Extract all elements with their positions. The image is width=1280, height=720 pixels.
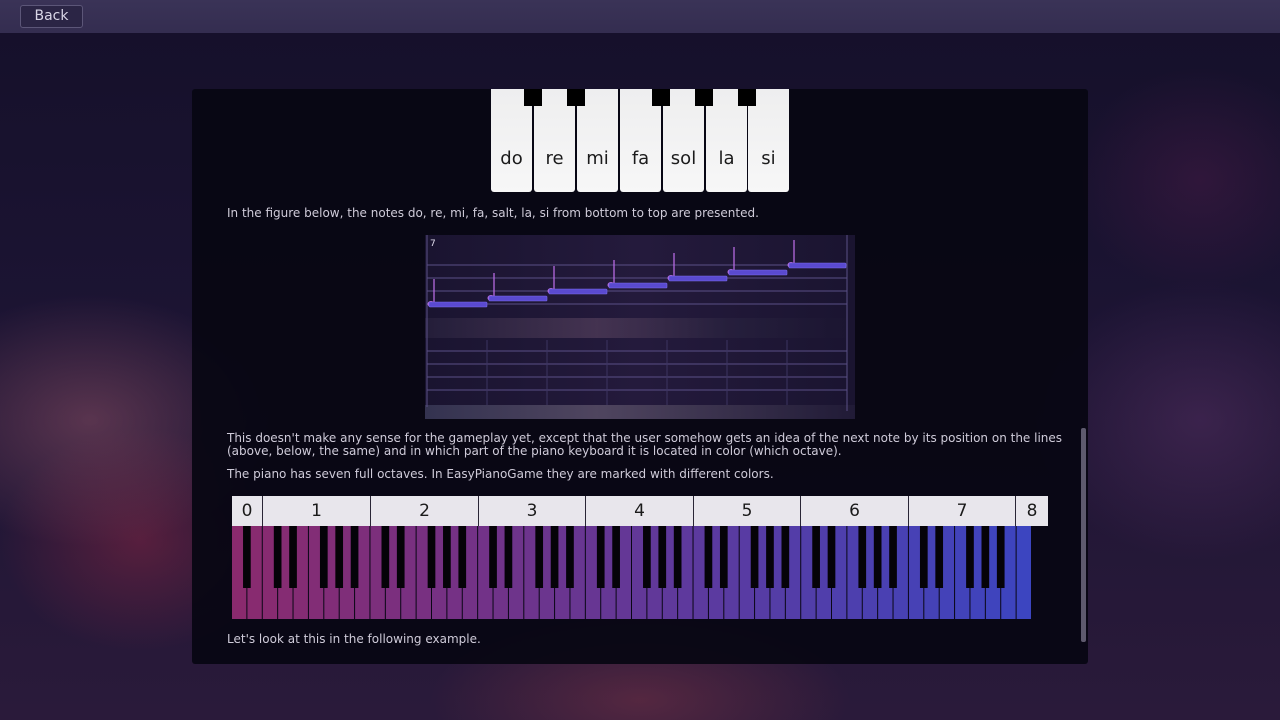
piano-black-key: [750, 526, 759, 588]
piano-black-key: [273, 526, 282, 588]
staff-divider-band: [425, 318, 855, 338]
octave-label-7: 7: [909, 496, 1016, 526]
key-label-si: si: [761, 148, 776, 169]
note-duration-bar: [428, 301, 488, 308]
piano-black-key: [658, 526, 667, 588]
note-duration-bar: [668, 275, 728, 282]
octave-label-8: 8: [1016, 496, 1048, 526]
piano-black-key: [427, 526, 436, 588]
key-label-fa: fa: [631, 148, 650, 169]
octave-number: 7: [430, 239, 436, 249]
solfege-keyboard: do re mi fa sol la si: [491, 89, 789, 192]
piano-black-key: [289, 526, 297, 588]
piano-black-key: [966, 526, 974, 588]
key-label-do: do: [500, 148, 523, 169]
piano-black-key: [458, 526, 467, 588]
piano-black-key: [781, 526, 790, 588]
piano-black-key: [889, 526, 897, 588]
piano-black-key: [827, 526, 836, 588]
piano-black-key: [612, 526, 620, 588]
note-duration-bar: [728, 269, 788, 276]
paragraph-example: Let's look at this in the following exam…: [227, 632, 481, 646]
piano-black-key: [704, 526, 713, 588]
piano-black-key: [643, 526, 651, 588]
staff-bottom-band: [425, 405, 855, 419]
note-duration-bar: [788, 262, 847, 269]
key-label-re: re: [545, 148, 564, 169]
key-label-sol: sol: [670, 148, 697, 169]
black-key: [695, 89, 713, 106]
piano-black-key: [381, 526, 390, 588]
piano-black-key: [812, 526, 820, 588]
piano-black-key: [550, 526, 559, 588]
octave-piano-keyboard: [232, 526, 1031, 619]
piano-black-key: [719, 526, 728, 588]
piano-black-key: [489, 526, 497, 588]
piano-black-key: [673, 526, 682, 588]
piano-black-key: [919, 526, 928, 588]
paragraph-octaves: The piano has seven full octaves. In Eas…: [227, 467, 774, 481]
black-key: [567, 89, 585, 106]
octave-label-6: 6: [801, 496, 909, 526]
piano-black-key: [319, 526, 328, 588]
piano-black-key: [858, 526, 867, 588]
back-button[interactable]: Back: [20, 5, 83, 28]
piano-black-key: [396, 526, 405, 588]
octave-label-row: 0 1 2 3 4 5 6 7 8: [232, 496, 1048, 526]
key-label-la: la: [718, 148, 735, 169]
octave-label-2: 2: [371, 496, 479, 526]
piano-black-key: [981, 526, 990, 588]
octave-label-0: 0: [232, 496, 263, 526]
note-duration-bar: [488, 295, 548, 302]
piano-black-key: [935, 526, 944, 588]
octave-label-5: 5: [694, 496, 801, 526]
black-key: [652, 89, 670, 106]
piano-black-key: [443, 526, 451, 588]
black-key: [738, 89, 756, 106]
piano-black-key: [996, 526, 1005, 588]
note-staff-figure: 7: [425, 235, 855, 419]
paragraph-intro: In the figure below, the notes do, re, m…: [227, 206, 759, 220]
piano-black-key: [766, 526, 774, 588]
black-key: [524, 89, 542, 106]
piano-black-key: [335, 526, 344, 588]
octave-label-3: 3: [479, 496, 586, 526]
piano-black-key: [243, 526, 251, 588]
piano-black-key: [504, 526, 513, 588]
scrollbar[interactable]: [1081, 428, 1086, 642]
note-duration-bar: [608, 282, 668, 289]
octave-label-1: 1: [263, 496, 371, 526]
piano-black-key: [873, 526, 882, 588]
octave-label-4: 4: [586, 496, 694, 526]
piano-black-key: [566, 526, 574, 588]
key-label-mi: mi: [586, 148, 609, 169]
piano-black-key: [350, 526, 359, 588]
piano-white-key: [1016, 526, 1031, 619]
piano-black-key: [596, 526, 605, 588]
top-bar: Back: [0, 0, 1280, 33]
note-duration-bar: [548, 288, 608, 295]
paragraph-gameplay: This doesn't make any sense for the game…: [227, 431, 1063, 458]
piano-black-key: [535, 526, 544, 588]
